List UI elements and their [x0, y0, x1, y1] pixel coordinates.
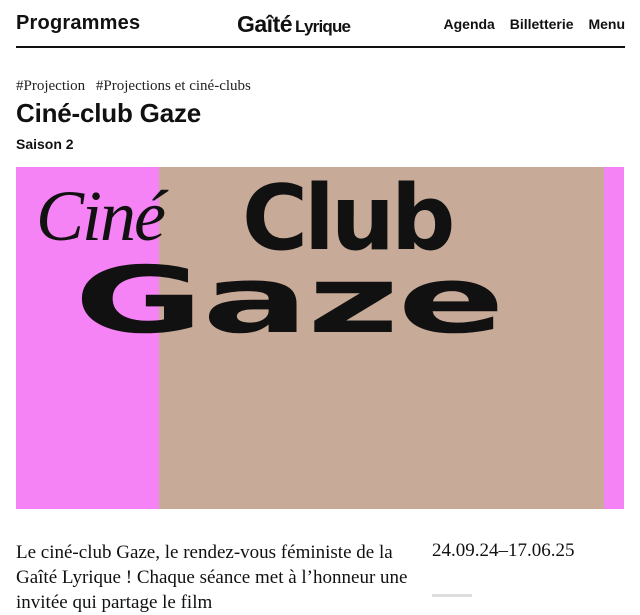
nav-agenda-link[interactable]: Agenda — [444, 16, 495, 32]
event-intro-text: Le ciné-club Gaze, le rendez-vous fémini… — [16, 542, 408, 613]
event-tags: #Projection #Projections et ciné-clubs — [16, 78, 258, 95]
top-navigation: Programmes Gaîté Lyrique Agenda Billetter… — [16, 0, 625, 48]
tag-projection[interactable]: #Projection — [16, 78, 85, 94]
logo-sub-text: Lyrique — [295, 17, 351, 36]
tag-projections-cine-clubs[interactable]: #Projections et ciné-clubs — [96, 78, 251, 94]
poster-word-cine: Ciné — [36, 176, 166, 256]
nav-billetterie-link[interactable]: Billetterie — [510, 16, 574, 32]
nav-programmes-link[interactable]: Programmes — [16, 12, 140, 35]
cut-off-detail-line — [432, 594, 472, 597]
event-poster: Ciné Club Gaze — [16, 167, 624, 509]
poster-word-gaze: Gaze — [74, 247, 505, 354]
nav-links: Agenda Billetterie Menu — [433, 16, 626, 32]
poster-pink-band-right — [604, 167, 624, 509]
page-title: Ciné-club Gaze — [16, 98, 202, 128]
logo-main-text: Gaîté — [237, 11, 293, 37]
event-subtitle: Saison 2 — [16, 136, 74, 152]
event-dates: 24.09.24–17.06.25 — [432, 540, 575, 561]
nav-menu-button[interactable]: Menu — [588, 16, 625, 32]
gaite-lyrique-logo[interactable]: Gaîté Lyrique — [237, 11, 351, 38]
